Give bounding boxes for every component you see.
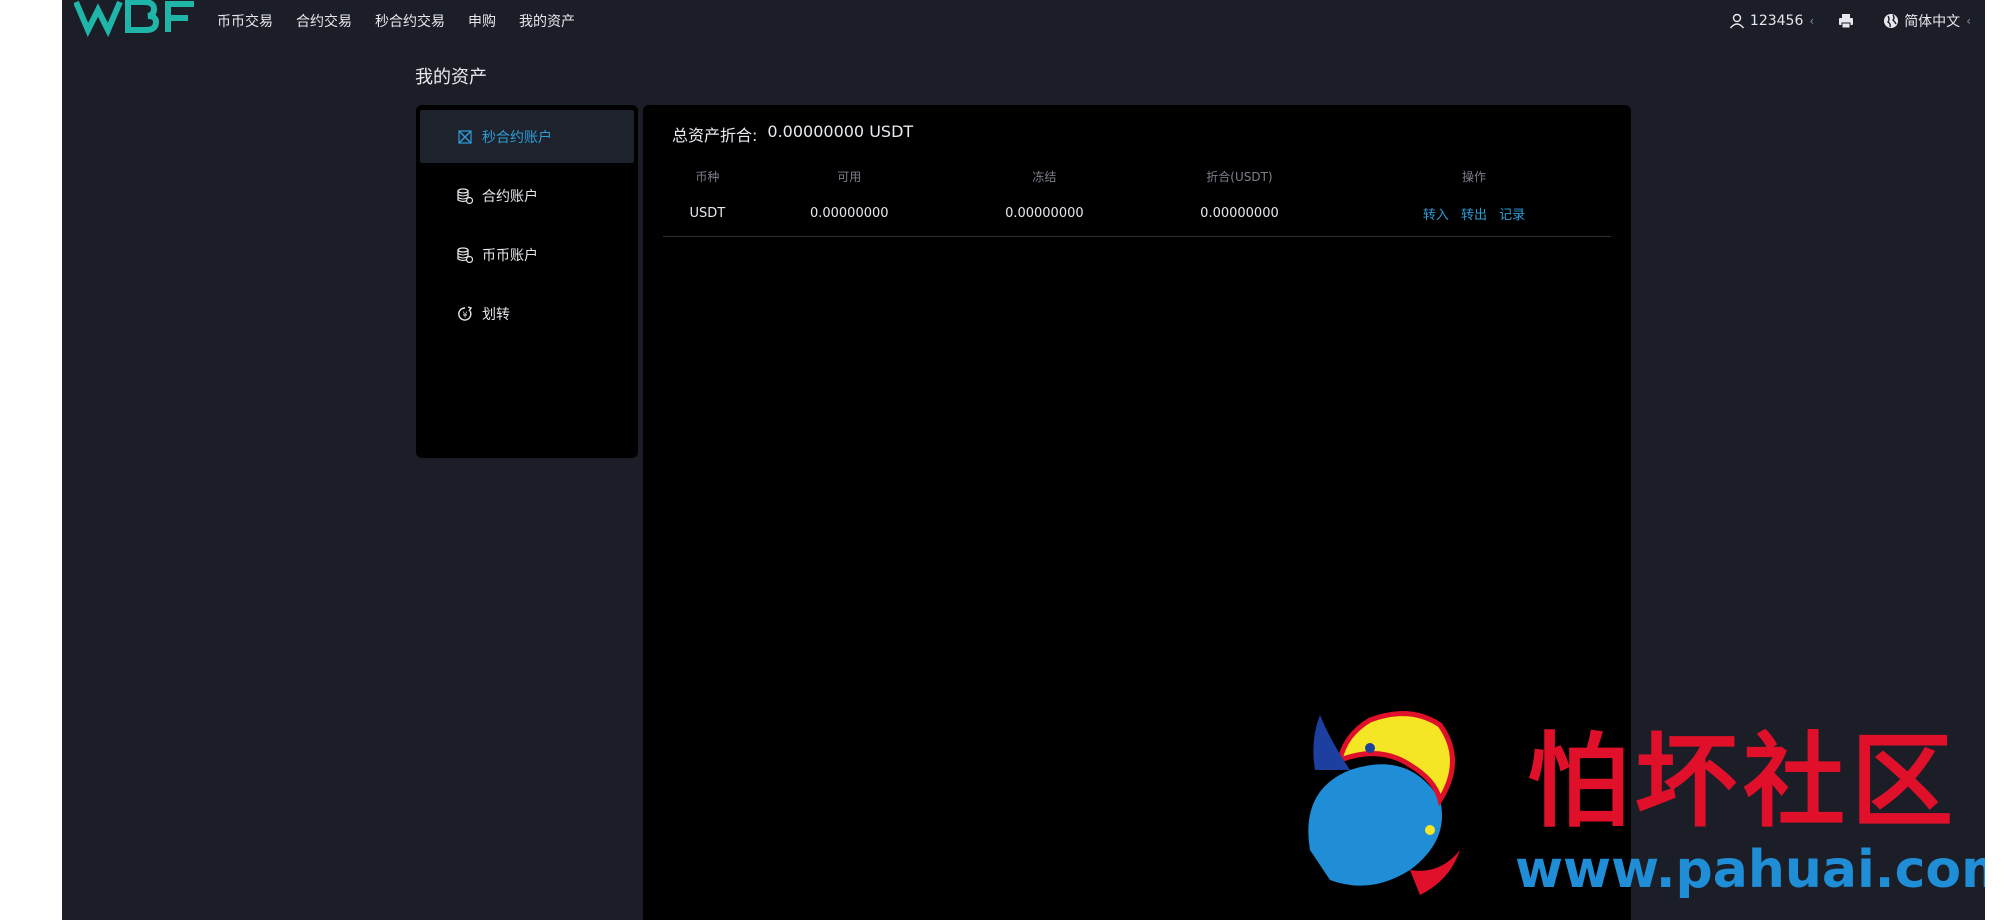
cell-frozen: 0.00000000 [946,192,1142,237]
transfer-icon: ¥ [456,305,474,323]
watermark-fish-logo [1308,711,1460,895]
main-nav: 币币交易 合约交易 秒合约交易 申购 我的资产 [217,0,598,42]
sidebar-item-transfer[interactable]: ¥ 划转 [420,287,634,340]
total-assets-value: 0.00000000 USDT [767,122,914,141]
nav-link-my-assets[interactable]: 我的资产 [519,11,575,31]
username: 123456 [1749,13,1804,29]
sidebar-item-label: 秒合约账户 [482,129,552,146]
cell-available: 0.00000000 [751,192,947,237]
cell-ops: 转入 转出 记录 [1337,192,1611,237]
column-header-coin: 币种 [695,169,720,184]
chevron-left-icon: ‹ [1809,14,1815,28]
nav-link-spot-trading[interactable]: 币币交易 [217,11,273,31]
printer-icon [1839,14,1854,29]
nav-link-seconds-contract[interactable]: 秒合约交易 [375,11,445,31]
withdraw-link[interactable]: 转出 [1461,208,1487,223]
column-header-available: 可用 [837,169,862,184]
column-header-frozen: 冻结 [1032,169,1057,184]
cell-equiv: 0.00000000 [1141,192,1338,237]
nav-right-group: 123456 ‹ 简体中文 ‹ [1705,0,1971,42]
column-header-ops: 操作 [1462,169,1487,184]
sidebar-item-label: 币币账户 [482,247,538,264]
globe-icon [1884,14,1899,28]
total-assets-summary: 总资产折合: 0.00000000 USDT [672,122,913,146]
sidebar-item-contract-account[interactable]: 合约账户 [420,169,634,222]
records-link[interactable]: 记录 [1499,208,1525,223]
table-header-row: 币种 可用 冻结 折合(USDT) 操作 [663,160,1611,192]
page-title: 我的资产 [415,67,487,88]
top-navbar: 币币交易 合约交易 秒合约交易 申购 我的资产 123456 ‹ 简体中文 ‹ [62,0,1985,42]
sidebar-item-label: 合约账户 [482,188,538,205]
user-menu[interactable]: 123456 ‹ [1729,13,1814,29]
asset-table: 币种 可用 冻结 折合(USDT) 操作 USDT 0.00000000 0.0… [663,160,1611,237]
sidebar-item-label: 划转 [482,306,510,323]
svg-text:¥: ¥ [462,310,467,319]
wbf-logo[interactable] [74,0,204,42]
language-label: 简体中文 [1904,14,1961,30]
language-menu[interactable]: 简体中文 ‹ [1883,11,1971,31]
total-assets-label: 总资产折合: [672,126,758,145]
column-header-equiv: 折合(USDT) [1206,169,1273,184]
database-coin-icon [456,187,474,205]
cell-coin: USDT [663,192,752,237]
chevron-left-icon: ‹ [1966,14,1971,28]
user-icon [1729,13,1744,29]
sidebar-item-seconds-account[interactable]: 秒合约账户 [420,110,634,163]
database-coin-icon [456,246,474,264]
sidebar-item-spot-account[interactable]: 币币账户 [420,228,634,281]
deposit-link[interactable]: 转入 [1423,208,1449,223]
app-window: 币币交易 合约交易 秒合约交易 申购 我的资产 123456 ‹ 简体中文 ‹ … [62,0,1985,920]
account-sidebar: 秒合约账户 合约账户 币币账户 ¥ 划转 [416,105,638,458]
table-row: USDT 0.00000000 0.00000000 0.00000000 转入… [663,192,1611,237]
seconds-contract-icon [456,128,474,146]
nav-link-contract-trading[interactable]: 合约交易 [296,11,352,31]
download-app-button[interactable] [1838,13,1859,29]
nav-link-subscribe[interactable]: 申购 [468,11,496,31]
watermark-url: www.pahuai.com [1515,840,1985,900]
watermark-title: 怕坏社区 [1527,722,1959,842]
